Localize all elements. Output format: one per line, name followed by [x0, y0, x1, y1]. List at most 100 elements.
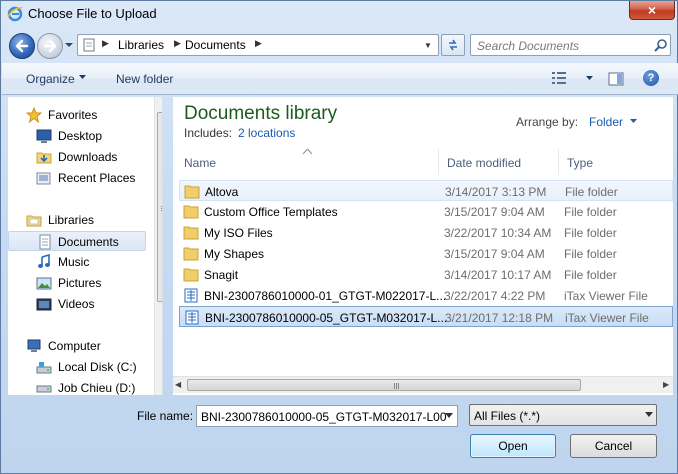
file-date: 3/21/2017 12:18 PM — [445, 311, 554, 325]
new-folder-button[interactable]: New folder — [116, 72, 173, 86]
folder-icon — [183, 226, 199, 240]
file-name-field[interactable]: BNI-2300786010000-05_GTGT-M032017-L00 — [196, 405, 458, 427]
column-header-type[interactable]: Type — [559, 149, 673, 175]
navigation-pane: Favorites Desktop Downloads Recent Place… — [8, 97, 163, 395]
title-bar: Choose File to Upload × — [1, 1, 677, 27]
breadcrumb-libraries[interactable]: Libraries — [118, 38, 164, 52]
file-row-bni-01[interactable]: BNI-2300786010000-01_GTGT-M022017-L... 3… — [179, 285, 673, 306]
documents-icon — [39, 234, 51, 250]
arrow-left-icon — [15, 39, 29, 53]
nav-item-computer[interactable]: Computer — [8, 336, 146, 356]
videos-icon — [36, 298, 52, 311]
nav-label: Recent Places — [58, 171, 136, 185]
file-row-custom-office-templates[interactable]: Custom Office Templates 3/15/2017 9:04 A… — [179, 201, 673, 222]
file-date: 3/22/2017 10:34 AM — [444, 226, 552, 240]
scrollbar-thumb[interactable] — [187, 379, 581, 391]
cancel-button[interactable]: Cancel — [570, 434, 657, 458]
search-box[interactable] — [470, 34, 671, 56]
filter-value: All Files (*.*) — [474, 409, 541, 423]
nav-item-favorites[interactable]: Favorites — [8, 105, 146, 125]
file-type: File folder — [564, 268, 617, 282]
nav-label: Libraries — [48, 213, 95, 227]
file-name: Custom Office Templates — [204, 205, 338, 219]
locations-link[interactable]: 2 locations — [238, 126, 295, 140]
chevron-down-icon[interactable] — [630, 119, 637, 123]
file-date: 3/15/2017 9:04 AM — [444, 247, 545, 261]
file-type-filter[interactable]: All Files (*.*) — [469, 404, 657, 426]
breadcrumb-separator-icon[interactable]: ▶ — [102, 38, 109, 49]
nav-item-local-disk[interactable]: Local Disk (C:) — [8, 357, 146, 377]
nav-label: Computer — [48, 339, 101, 353]
desktop-icon — [36, 129, 52, 143]
history-dropdown-icon[interactable] — [65, 41, 73, 49]
horizontal-scrollbar[interactable]: ◀ ▶ — [173, 376, 673, 393]
file-name-label: File name: — [137, 409, 194, 423]
nav-label: Desktop — [58, 129, 103, 143]
refresh-button[interactable] — [441, 34, 465, 56]
disk-icon — [36, 385, 52, 393]
nav-item-documents[interactable]: Documents — [8, 231, 146, 251]
chevron-down-icon[interactable] — [586, 76, 593, 80]
file-date: 3/15/2017 9:04 AM — [444, 205, 545, 219]
grip-icon — [161, 206, 162, 207]
file-row-my-shapes[interactable]: My Shapes 3/15/2017 9:04 AM File folder — [179, 243, 673, 264]
scroll-left-icon[interactable]: ◀ — [175, 380, 181, 389]
folder-icon — [184, 185, 200, 199]
open-button[interactable]: Open — [470, 434, 556, 458]
internet-explorer-icon — [7, 6, 23, 22]
back-button[interactable] — [9, 33, 35, 59]
nav-item-job-chieu[interactable]: Job Chieu (D:) — [8, 378, 146, 395]
star-icon — [26, 107, 42, 123]
forward-button[interactable] — [37, 33, 63, 59]
breadcrumb-separator-icon[interactable]: ▶ — [174, 38, 181, 49]
arrange-by-dropdown[interactable]: Folder — [589, 115, 623, 129]
nav-scrollbar[interactable] — [154, 97, 162, 395]
file-list-pane: Documents library Includes: 2 locations … — [173, 97, 673, 395]
close-icon: × — [647, 2, 657, 18]
nav-item-videos[interactable]: Videos — [8, 294, 146, 314]
address-bar[interactable]: ▶ Libraries ▶ Documents ▶ ▼ — [77, 34, 439, 56]
file-row-altova[interactable]: Altova 3/14/2017 3:13 PM File folder — [179, 180, 673, 201]
preview-pane-icon[interactable] — [608, 71, 624, 87]
organize-button[interactable]: Organize — [26, 72, 75, 86]
breadcrumb-separator-icon[interactable]: ▶ — [255, 38, 262, 49]
file-name-value: BNI-2300786010000-05_GTGT-M032017-L00 — [201, 410, 447, 424]
refresh-icon — [449, 39, 457, 51]
breadcrumb-documents[interactable]: Documents — [185, 38, 246, 52]
file-row-my-iso-files[interactable]: My ISO Files 3/22/2017 10:34 AM File fol… — [179, 222, 673, 243]
address-dropdown-icon[interactable]: ▼ — [424, 41, 432, 50]
nav-item-recent-places[interactable]: Recent Places — [8, 168, 146, 188]
itax-file-icon — [184, 288, 198, 303]
file-type: File folder — [564, 226, 617, 240]
nav-item-desktop[interactable]: Desktop — [8, 126, 146, 146]
nav-item-pictures[interactable]: Pictures — [8, 273, 146, 293]
search-input[interactable] — [477, 38, 647, 53]
folder-icon — [183, 268, 199, 282]
nav-item-downloads[interactable]: Downloads — [8, 147, 146, 167]
file-row-snagit[interactable]: Snagit 3/14/2017 10:17 AM File folder — [179, 264, 673, 285]
file-type: File folder — [564, 247, 617, 261]
file-row-bni-05[interactable]: BNI-2300786010000-05_GTGT-M032017-L... 3… — [179, 306, 673, 327]
help-button[interactable]: ? — [643, 70, 659, 86]
nav-label: Favorites — [48, 108, 98, 122]
nav-item-music[interactable]: Music — [8, 252, 146, 272]
file-type: File folder — [564, 205, 617, 219]
column-label: Name — [184, 156, 217, 170]
nav-label: Job Chieu (D:) — [58, 381, 136, 395]
music-icon — [38, 254, 50, 268]
arrow-right-icon — [43, 39, 57, 53]
column-header-name[interactable]: Name — [176, 149, 439, 175]
libraries-icon — [26, 215, 42, 227]
change-view-icon[interactable] — [551, 71, 567, 85]
nav-label: Downloads — [58, 150, 118, 164]
scrollbar-thumb[interactable] — [157, 112, 162, 302]
column-header-date[interactable]: Date modified — [439, 149, 559, 175]
chevron-down-icon[interactable] — [79, 75, 86, 79]
search-icon[interactable] — [654, 38, 668, 52]
scroll-right-icon[interactable]: ▶ — [663, 380, 669, 389]
recent-places-icon — [36, 172, 51, 185]
nav-item-libraries[interactable]: Libraries — [8, 210, 146, 230]
chevron-down-icon[interactable] — [445, 413, 453, 418]
file-date: 3/14/2017 3:13 PM — [445, 185, 547, 199]
close-button[interactable]: × — [629, 1, 675, 20]
